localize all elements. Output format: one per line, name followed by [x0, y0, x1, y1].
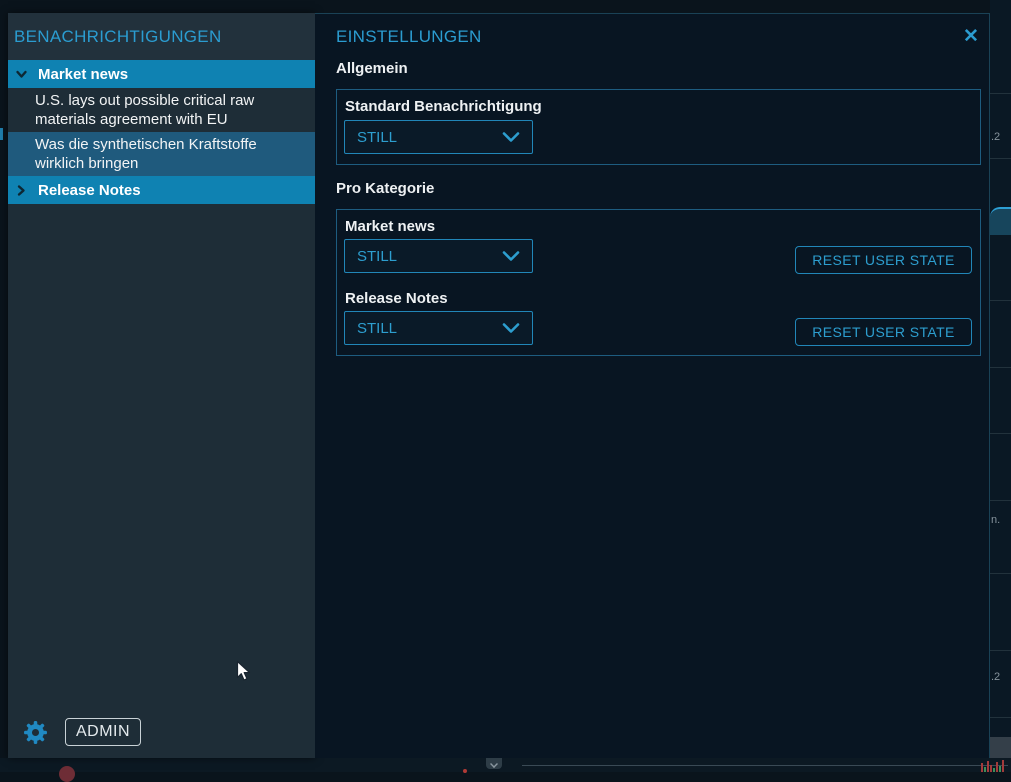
background-gridline [990, 573, 1011, 574]
reset-user-state-button-market-news[interactable]: RESET USER STATE [795, 246, 972, 274]
notifications-panel-title: BENACHRICHTIGUNGEN [8, 13, 315, 60]
background-gridline [990, 300, 1011, 301]
sidebar-footer: ADMIN [23, 718, 141, 746]
category-label: Market news [38, 66, 128, 83]
background-gridline [990, 500, 1011, 501]
background-divider-line [522, 765, 1008, 766]
background-gridline [990, 367, 1011, 368]
background-axis-label-fragment: .2 [991, 131, 1000, 143]
background-gridline [990, 433, 1011, 434]
background-red-dot [463, 769, 467, 773]
dropdown-value: STILL [357, 129, 397, 146]
settings-panel-title: EINSTELLUNGEN [336, 27, 482, 47]
close-icon[interactable]: ✕ [958, 23, 984, 49]
background-bottom-edge [0, 758, 1011, 772]
background-left-edge-fragment [0, 128, 3, 140]
background-gridline [990, 650, 1011, 651]
field-label: Standard Benachrichtigung [345, 98, 542, 115]
background-axis-label-fragment: .2 [991, 671, 1000, 683]
collapse-handle[interactable] [486, 758, 502, 769]
dropdown-value: STILL [357, 248, 397, 265]
gear-icon[interactable] [23, 720, 48, 745]
background-text-fragment: n. [991, 514, 1000, 526]
background-red-badge-fragment [59, 766, 75, 782]
settings-panel: EINSTELLUNGEN ✕ Allgemein Standard Benac… [315, 13, 990, 758]
section-heading-per-category: Pro Kategorie [336, 180, 434, 197]
chevron-down-icon [502, 131, 520, 143]
general-settings-box: Standard Benachrichtigung STILL [336, 89, 981, 165]
chevron-down-icon [502, 322, 520, 334]
news-item[interactable]: U.S. lays out possible critical raw mate… [8, 88, 315, 132]
category-row-market-news[interactable]: Market news [8, 60, 315, 88]
background-volume-bars-fragment [981, 760, 1009, 772]
notifications-panel: BENACHRICHTIGUNGEN Market news U.S. lays… [8, 13, 315, 758]
background-toolbar-fragment [990, 737, 1011, 758]
default-notification-dropdown[interactable]: STILL [344, 120, 533, 154]
field-label: Release Notes [345, 290, 448, 307]
background-area-chart-fragment [990, 207, 1011, 235]
background-gridline [990, 93, 1011, 94]
reset-user-state-button-release-notes[interactable]: RESET USER STATE [795, 318, 972, 346]
background-chart-edge: .2 n. .2 [990, 0, 1011, 758]
chevron-down-icon [15, 68, 28, 81]
section-heading-general: Allgemein [336, 60, 408, 77]
background-gridline [990, 717, 1011, 718]
field-label: Market news [345, 218, 435, 235]
category-label: Release Notes [38, 182, 141, 199]
release-notes-dropdown[interactable]: STILL [344, 311, 533, 345]
dropdown-value: STILL [357, 320, 397, 337]
market-news-dropdown[interactable]: STILL [344, 239, 533, 273]
background-gridline [990, 158, 1011, 159]
admin-button[interactable]: ADMIN [65, 718, 141, 746]
chevron-down-icon [502, 250, 520, 262]
category-row-release-notes[interactable]: Release Notes [8, 176, 315, 204]
news-item-highlighted[interactable]: Was die synthetischen Kraftstoffe wirkli… [8, 132, 315, 176]
chevron-right-icon [15, 184, 28, 197]
per-category-settings-box: Market news STILL RESET USER STATE Relea… [336, 209, 981, 356]
